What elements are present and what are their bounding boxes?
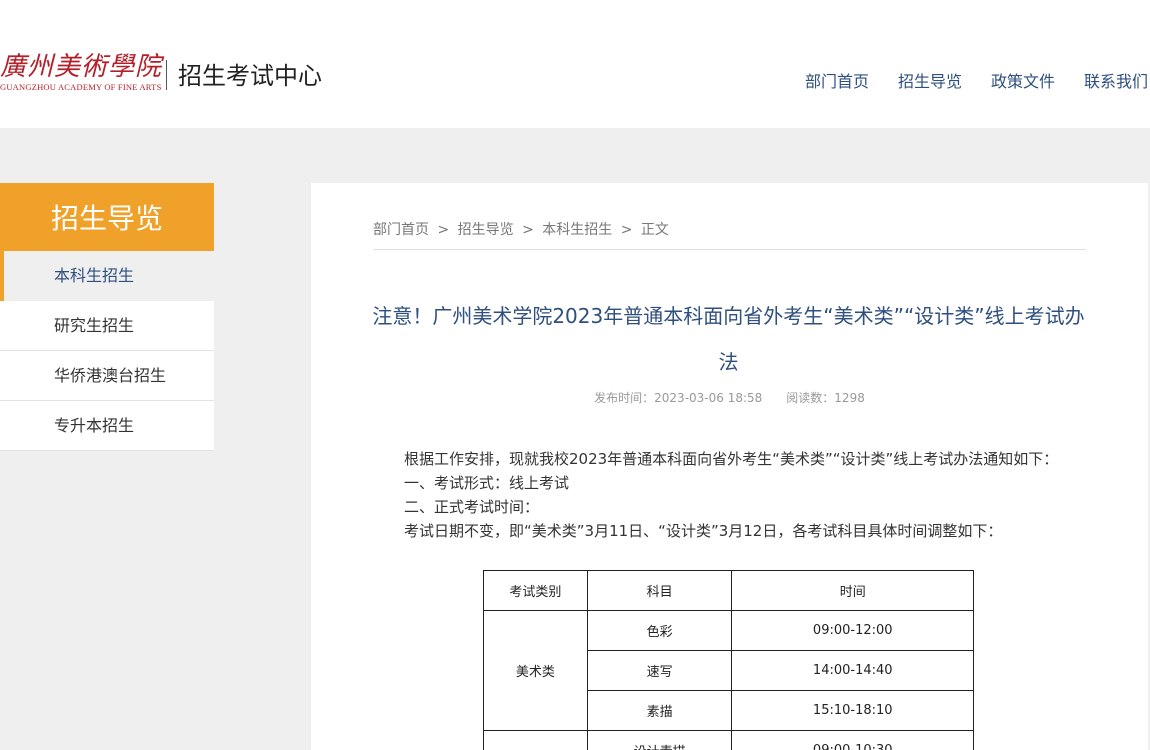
breadcrumb-admission-guide[interactable]: 招生导览: [458, 222, 514, 238]
article-paragraph: 一、考试形式：线上考试: [404, 474, 570, 492]
logo-divider: [166, 60, 167, 90]
breadcrumb-divider: [373, 249, 1086, 250]
table-cell-time: 09:00-12:00: [731, 610, 974, 651]
nav-policy-documents[interactable]: 政策文件: [991, 68, 1055, 92]
breadcrumb-separator: >: [522, 222, 534, 238]
breadcrumb-separator: >: [620, 222, 633, 238]
breadcrumb-undergraduate[interactable]: 本科生招生: [542, 222, 612, 238]
table-header-cell: 考试类别: [483, 570, 588, 611]
table-cell-time: 14:00-14:40: [731, 650, 974, 691]
view-count: 阅读数：1298: [786, 391, 865, 405]
table-row: 美术类 色彩 09:00-12:00: [483, 610, 974, 731]
site-header: 廣州美術學院 GUANGZHOU ACADEMY OF FINE ARTS 招生…: [0, 0, 1150, 128]
table-row: 设计素描 09:00-10:30: [483, 730, 974, 750]
site-title: 招生考试中心: [178, 62, 322, 90]
sidebar-item-upgrade[interactable]: 专升本招生: [0, 401, 214, 451]
table-header-cell: 时间: [731, 570, 974, 611]
article-paragraph: 根据工作安排，现就我校2023年普通本科面向省外考生“美术类”“设计类”线上考试…: [404, 450, 1059, 468]
sidebar-item-overseas[interactable]: 华侨港澳台招生: [0, 351, 214, 401]
article-body: 根据工作安排，现就我校2023年普通本科面向省外考生“美术类”“设计类”线上考试…: [373, 447, 1086, 543]
main-nav: 部门首页 招生导览 政策文件 联系我们: [805, 68, 1150, 92]
sidebar-item-undergraduate[interactable]: 本科生招生: [0, 251, 214, 301]
table-cell-subject: 设计素描: [586, 730, 733, 750]
table-cell-subject: 色彩: [586, 610, 733, 651]
table-cell-time: 09:00-10:30: [731, 730, 974, 750]
nav-admission-guide[interactable]: 招生导览: [898, 68, 962, 92]
breadcrumb-current: 正文: [640, 222, 669, 238]
article-paragraph: 考试日期不变，即“美术类”3月11日、“设计类”3月12日，各考试科目具体时间调…: [404, 522, 1003, 540]
breadcrumb: 部门首页 > 招生导览 > 本科生招生 > 正文: [373, 219, 673, 239]
table-cell-subject: 速写: [586, 650, 733, 691]
article-meta: 发布时间：2023-03-06 18:58 阅读数：1298: [373, 389, 1086, 406]
publish-time: 发布时间：2023-03-06 18:58: [594, 391, 763, 405]
sidebar-heading: 招生导览: [0, 183, 214, 251]
nav-home[interactable]: 部门首页: [805, 68, 869, 92]
sidebar-item-graduate[interactable]: 研究生招生: [0, 301, 214, 351]
table-header-row: 考试类别 科目 时间: [483, 570, 974, 611]
article-paragraph: 二、正式考试时间：: [404, 498, 540, 516]
logo-chinese: 廣州美術學院: [0, 52, 163, 82]
breadcrumb-separator: >: [437, 222, 450, 238]
table-cell-category: 美术类: [483, 610, 588, 731]
sidebar-menu: 本科生招生 研究生招生 华侨港澳台招生 专升本招生: [0, 251, 214, 451]
table-cell-time: 15:10-18:10: [731, 690, 974, 731]
article-title: 注意！广州美术学院2023年普通本科面向省外考生“美术类”“设计类”线上考试办法: [372, 304, 1085, 374]
breadcrumb-home[interactable]: 部门首页: [373, 222, 429, 238]
exam-schedule-table: 考试类别 科目 时间 美术类 色彩 09:00-12:00 速写 14:00-1…: [483, 570, 974, 750]
logo-english: GUANGZHOU ACADEMY OF FINE ARTS: [0, 82, 162, 92]
table-cell-category: [483, 730, 588, 750]
table-header-cell: 科目: [586, 570, 733, 611]
content-panel: 部门首页 > 招生导览 > 本科生招生 > 正文 注意！广州美术学院2023年普…: [311, 183, 1148, 750]
nav-contact-us[interactable]: 联系我们: [1084, 68, 1148, 92]
academy-logo[interactable]: 廣州美術學院 GUANGZHOU ACADEMY OF FINE ARTS: [0, 46, 163, 94]
table-cell-subject: 素描: [586, 690, 733, 731]
